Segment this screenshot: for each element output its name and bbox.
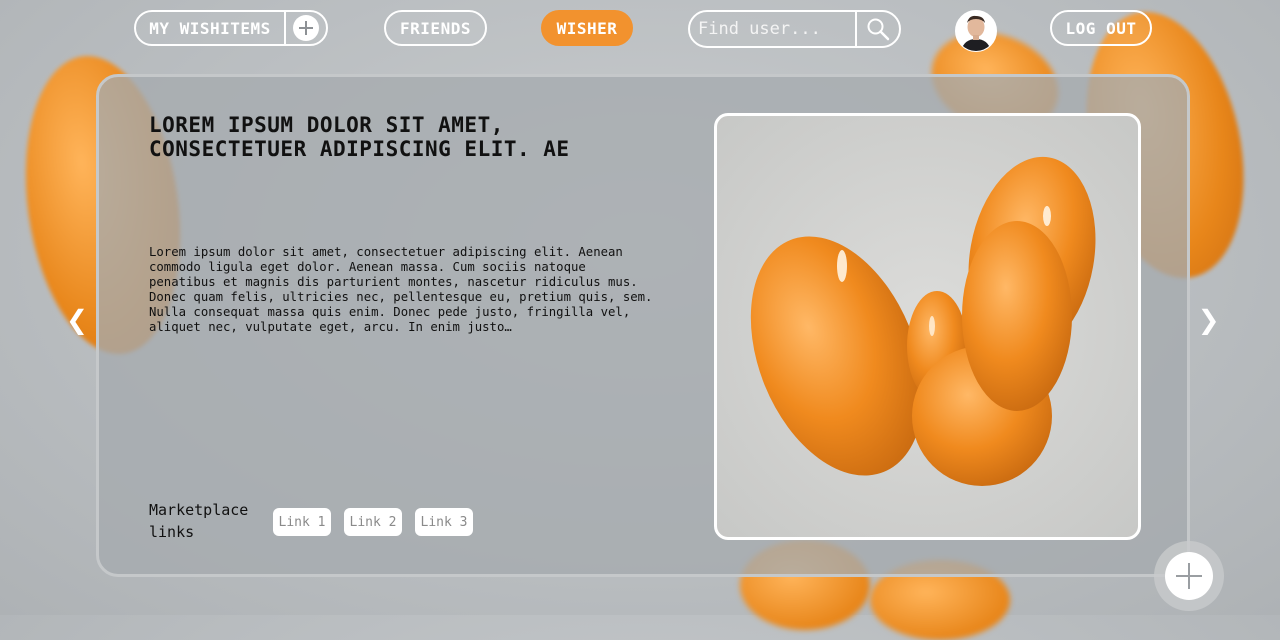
user-avatar[interactable] (955, 10, 997, 52)
item-description: Lorem ipsum dolor sit amet, consectetuer… (149, 245, 653, 334)
item-image (714, 113, 1141, 540)
marketplace-link-2[interactable]: Link 2 (344, 508, 402, 536)
logout-button[interactable]: LOG OUT (1050, 10, 1152, 46)
wish-item-card: LOREM IPSUM DOLOR SIT AMET, CONSECTETUER… (96, 74, 1190, 577)
marketplace-link-3[interactable]: Link 3 (415, 508, 473, 536)
my-wishitems-button[interactable]: MY WISHITEMS (136, 19, 284, 38)
search-icon (867, 18, 890, 41)
friends-button[interactable]: FRIENDS (384, 10, 487, 46)
wisher-button[interactable]: WISHER (541, 10, 633, 46)
carousel-next-button[interactable]: ❯ (1198, 300, 1220, 341)
item-title: LOREM IPSUM DOLOR SIT AMET, CONSECTETUER… (149, 113, 570, 161)
w-logo-image (750, 156, 1096, 486)
user-avatar-icon (956, 11, 996, 51)
search-button[interactable] (855, 12, 899, 46)
add-icon (1165, 552, 1213, 600)
add-item-fab[interactable] (1154, 541, 1224, 611)
search-input[interactable] (690, 12, 855, 46)
plus-circle-icon (293, 15, 319, 41)
marketplace-link-1[interactable]: Link 1 (273, 508, 331, 536)
marketplace-label: Marketplace links (149, 501, 249, 541)
user-search (688, 10, 901, 48)
add-wishitem-button[interactable] (284, 12, 326, 44)
carousel-prev-button[interactable]: ❮ (66, 300, 88, 341)
my-wishitems-group: MY WISHITEMS (134, 10, 328, 46)
